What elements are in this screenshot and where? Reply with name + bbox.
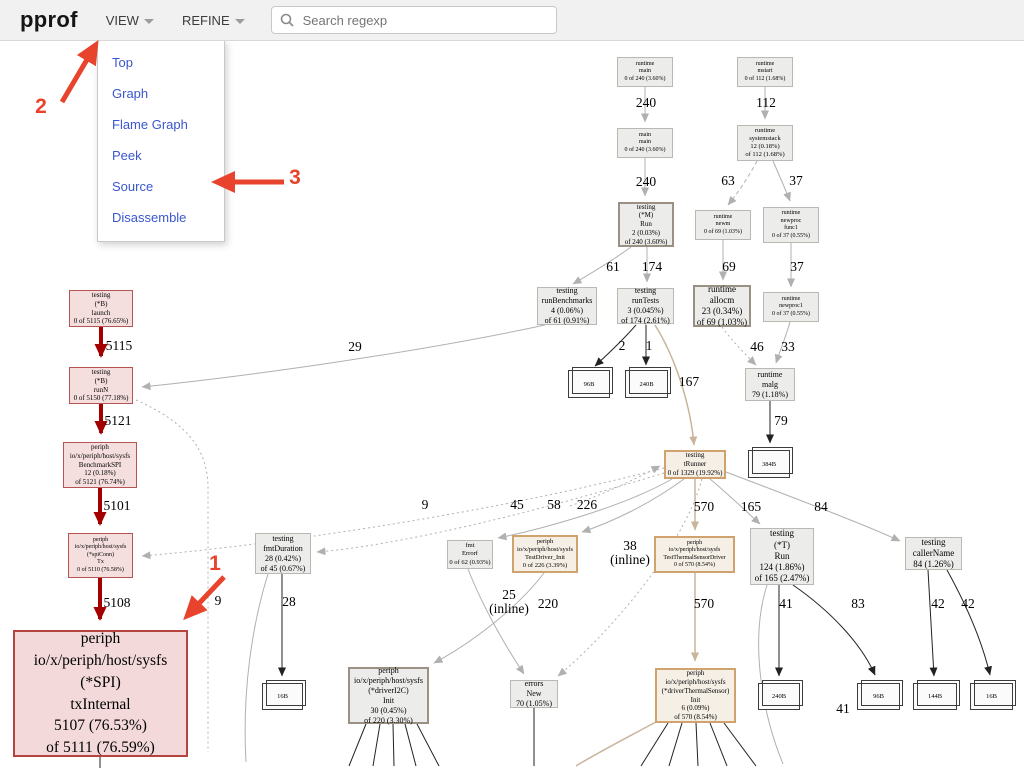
edge-label: 84 [814,500,828,514]
search-box[interactable] [271,6,557,34]
app-logo: pprof [20,7,78,33]
view-menu-button[interactable]: VIEW [106,13,154,28]
alloc-box-240b-bottom[interactable]: 240B [758,683,800,710]
view-dropdown-menu: Top Graph Flame Graph Peek Source Disass… [97,40,225,242]
edge-label: 79 [774,414,788,428]
node-testing-callername[interactable]: testing callerName 84 (1.26%) [905,537,962,570]
menu-item-peek[interactable]: Peek [98,140,224,171]
edge-label: 240 [636,96,656,110]
edge-label: 570 [694,597,714,611]
edge-label: 2 [619,339,626,353]
node-periph-spi-txinternal[interactable]: periph io/x/periph/host/sysfs (*SPI) txI… [13,630,188,757]
edge-label: 112 [756,96,776,110]
top-bar: pprof VIEW REFINE [0,0,1024,41]
node-testing-trunner[interactable]: testing tRunner 0 of 1329 (19.92%) [664,450,726,479]
edge-label: 5101 [104,499,131,513]
node-runtime-mstart[interactable]: runtime mstart 0 of 112 (1.68%) [737,57,793,87]
node-main-main[interactable]: main main 0 of 240 (3.60%) [617,128,673,158]
view-menu-label: VIEW [106,13,139,28]
node-runtime-systemstack[interactable]: runtime systemstack 12 (0.18%) of 112 (1… [737,125,793,161]
edge-label: 5108 [104,596,131,610]
menu-item-top[interactable]: Top [98,47,224,78]
edge-label: 1 [646,339,653,353]
chevron-down-icon [235,19,245,24]
node-periph-driveri2c-init[interactable]: periph io/x/periph/host/sysfs (*driverI2… [348,667,429,724]
menu-item-disassemble[interactable]: Disassemble [98,202,224,233]
edge-label: 25 (inline) [489,588,529,616]
annotation-arrow-2 [62,46,95,102]
alloc-box-240b[interactable]: 240B [625,370,668,398]
node-testing-fmtduration[interactable]: testing fmtDuration 28 (0.42%) of 45 (0.… [255,533,311,574]
edge-label: 61 [606,260,620,274]
edge-label: 240 [636,175,656,189]
node-periph-driverthermalsensor-init[interactable]: periph io/x/periph/host/sysfs (*driverTh… [655,668,736,723]
menu-item-flame-graph[interactable]: Flame Graph [98,109,224,140]
node-testing-t-run[interactable]: testing (*T) Run 124 (1.86%) of 165 (2.4… [750,528,814,585]
edge-label: 174 [642,260,662,274]
edge-label: 9 [422,498,429,512]
node-periph-spiconn-tx[interactable]: periph io/x/periph/host/sysfs (*spiConn)… [68,533,133,578]
node-runtime-newproc-func1[interactable]: runtime newproc func1 0 of 37 (0.55%) [763,207,819,243]
edge-label: 165 [741,500,761,514]
node-testing-m-run[interactable]: testing (*M) Run 2 (0.03%) of 240 (3.60%… [618,202,674,247]
edge-label: 45 [510,498,524,512]
edge-label: 220 [538,597,558,611]
alloc-box-384b[interactable]: 384B [748,450,790,478]
node-periph-testthermalsensordriver[interactable]: periph io/x/periph/host/sysfs TestTherma… [654,536,735,573]
node-testing-b-launch[interactable]: testing (*B) launch 0 of 5115 (76.65%) [69,290,133,327]
edge-label: 63 [721,174,735,188]
edge-label: 69 [722,260,736,274]
alloc-box-144b[interactable]: 144B [913,683,957,710]
edge-label: 37 [790,260,804,274]
edge-label: 37 [789,174,803,188]
edge-label: 41 [779,597,793,611]
annotation-number-2: 2 [35,95,47,119]
edge-label: 38 (inline) [610,539,650,567]
annotation-number-1: 1 [209,552,221,576]
node-runtime-newm[interactable]: runtime newm 0 of 69 (1.03%) [695,210,751,240]
edge-label: 5115 [106,339,133,353]
edge-label: 42 [961,597,975,611]
edge-label: 41 [836,702,850,716]
node-testing-runtests[interactable]: testing runTests 3 (0.045%) of 174 (2.61… [617,288,674,324]
alloc-box-16b-left[interactable]: 16B [262,683,303,710]
node-runtime-main[interactable]: runtime main 0 of 240 (3.60%) [617,57,673,87]
node-fmt-errorf[interactable]: fmt Errorf 0 of 62 (0.93%) [447,540,493,569]
node-periph-benchmarkspi[interactable]: periph io/x/periph/host/sysfs BenchmarkS… [63,442,137,488]
edge-label: 58 [547,498,561,512]
search-icon [280,13,294,27]
node-runtime-malg[interactable]: runtime malg 79 (1.18%) [745,368,795,401]
edge-label: 9 [215,594,222,608]
menu-item-source[interactable]: Source [98,171,224,202]
node-testing-runbenchmarks[interactable]: testing runBenchmarks 4 (0.06%) of 61 (0… [537,287,597,325]
edge-label: 28 [282,595,296,609]
alloc-box-96b-bottom[interactable]: 96B [857,683,900,710]
annotation-number-3: 3 [289,166,301,190]
node-runtime-newproc1[interactable]: runtime newproc1 0 of 37 (0.55%) [763,292,819,322]
refine-menu-button[interactable]: REFINE [182,13,245,28]
node-periph-testdriver-init[interactable]: periph io/x/periph/host/sysfs TestDriver… [512,535,578,573]
edge-label: 46 [750,340,764,354]
alloc-box-16b-right[interactable]: 16B [970,683,1013,710]
node-testing-b-runn[interactable]: testing (*B) runN 0 of 5150 (77.18%) [69,367,133,404]
edge-label: 5121 [105,414,132,428]
menu-item-graph[interactable]: Graph [98,78,224,109]
edge-label: 33 [781,340,795,354]
edge-label: 29 [348,340,362,354]
node-errors-new[interactable]: errors New 70 (1.05%) [510,680,558,708]
edge-label: 570 [694,500,714,514]
edge-label: 83 [851,597,865,611]
search-input[interactable] [301,12,548,29]
chevron-down-icon [144,19,154,24]
edge-label: 42 [931,597,945,611]
refine-menu-label: REFINE [182,13,230,28]
alloc-box-96b[interactable]: 96B [568,370,610,398]
edge-label: 226 [577,498,597,512]
edge-label: 167 [679,375,699,389]
node-runtime-allocm[interactable]: runtime allocm 23 (0.34%) of 69 (1.03%) [693,285,751,327]
